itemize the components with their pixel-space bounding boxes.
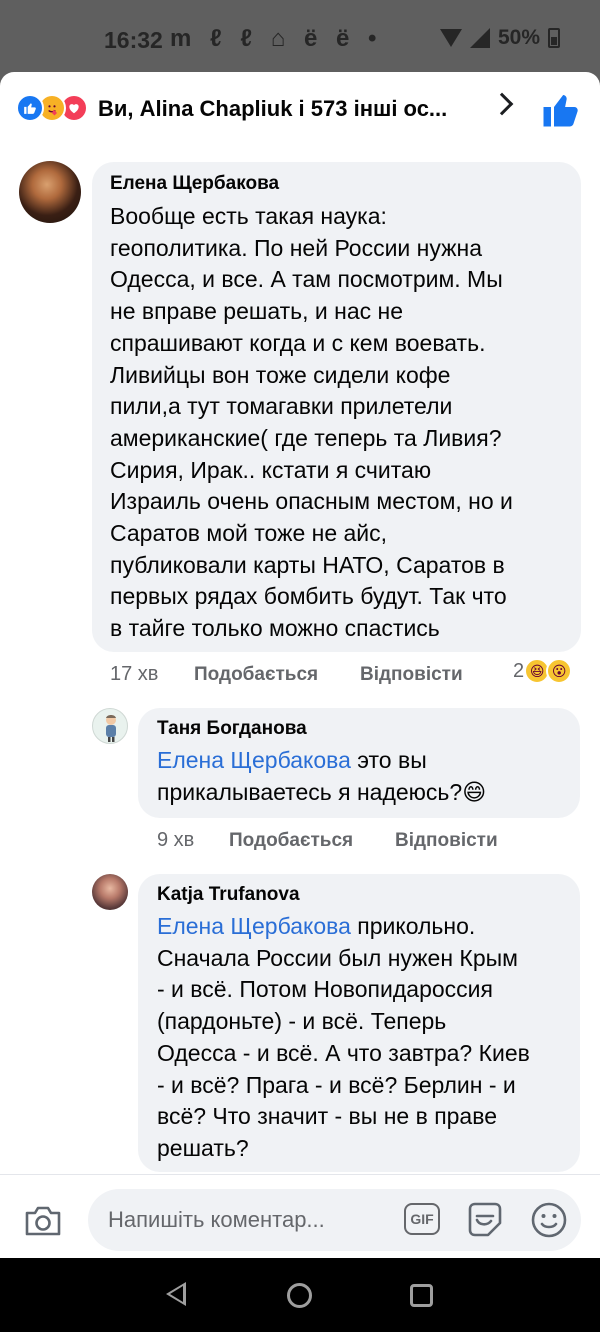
- battery-percent: 50%: [497, 26, 540, 49]
- comment-text: Елена Щербакова это вы прикалываетесь я …: [157, 745, 561, 808]
- wifi-icon: [439, 29, 462, 47]
- comment-line: спрашивают когда и с кем воевать.: [110, 329, 486, 356]
- comment-line: прикалываетесь я надеюсь?😄: [157, 778, 487, 805]
- sticker-icon[interactable]: [466, 1201, 504, 1239]
- camera-icon[interactable]: [24, 1205, 62, 1237]
- comment-line: не вправе решать, и нас не: [110, 298, 404, 325]
- comment-text: Вообще есть такая наука: геополитика. По…: [110, 201, 563, 645]
- recent-apps-icon[interactable]: [410, 1284, 433, 1307]
- like-comment-button[interactable]: Подобається: [229, 830, 353, 852]
- emoji-icon[interactable]: [530, 1201, 568, 1239]
- comment-line: Елена Щербакова прикольно.: [157, 913, 476, 939]
- signal-icon: [469, 28, 490, 48]
- comment-bubble[interactable]: Елена Щербакова Вообще есть такая наука:…: [92, 162, 581, 652]
- comment-line: всё? Что значит - вы не в праве: [157, 1103, 497, 1130]
- system-nav-bar: [0, 1258, 600, 1332]
- comment-line: в тайге только можно спастись: [110, 615, 440, 642]
- comment-bubble[interactable]: Таня Богданова Елена Щербакова это вы пр…: [138, 708, 580, 818]
- status-right: 50%: [439, 26, 560, 50]
- wow-reaction-icon: 😮: [546, 658, 573, 684]
- reply-button[interactable]: Відповісти: [360, 664, 463, 686]
- mention-link[interactable]: Елена Щербакова: [157, 747, 351, 773]
- avatar[interactable]: [92, 874, 128, 910]
- comment-time: 9 хв: [157, 829, 195, 851]
- like-comment-button[interactable]: Подобається: [194, 664, 318, 686]
- comment-composer: Напишіть коментар... GIF: [0, 1174, 600, 1258]
- comment-line: Сначала России был нужен Крым: [157, 944, 518, 971]
- reply-button[interactable]: Відповісти: [395, 830, 498, 852]
- comment-line: Ливийцы вон тоже сидели кофе: [110, 361, 451, 388]
- comment-line: Одесса, и все. А там посмотрим. Мы: [110, 266, 503, 293]
- comment-line: Сирия, Ирак.. кстати я считаю: [110, 456, 432, 483]
- comment-line: (пардоньте) - и всё. Теперь: [157, 1008, 447, 1035]
- back-icon[interactable]: [166, 1282, 186, 1306]
- status-bar: 16:32 m ℓ ℓ ⌂ ё ё • 50%: [0, 0, 600, 72]
- chevron-right-icon[interactable]: [490, 92, 514, 116]
- comment-line: американские( где теперь та Ливия?: [110, 424, 502, 451]
- comment-reactions[interactable]: 2 😆 😮: [513, 658, 573, 684]
- like-button-icon[interactable]: [542, 92, 578, 128]
- comment-time: 17 хв: [110, 663, 159, 685]
- like-icon: [16, 94, 44, 122]
- comment-line: Одесса - и всё. А что завтра? Киев: [157, 1039, 530, 1066]
- reaction-count: 2: [513, 659, 525, 682]
- home-icon[interactable]: [287, 1283, 312, 1308]
- comment-placeholder: Напишіть коментар...: [108, 1207, 325, 1232]
- comment-line: геополитика. По ней России нужна: [110, 234, 482, 261]
- notification-icons: m ℓ ℓ ⌂ ё ё •: [170, 25, 383, 52]
- reaction-icons: [16, 94, 96, 122]
- comment-author[interactable]: Katja Trufanova: [157, 884, 561, 906]
- comment-line: Израиль очень опасным местом, но и: [110, 488, 513, 515]
- comment-line: Саратов мой тоже не айс,: [110, 520, 388, 547]
- comment-line: пили,а тут томагавки прилетели: [110, 393, 453, 420]
- comment-line: первых рядах бомбить будут. Так что: [110, 583, 507, 610]
- comment-line: Елена Щербакова это вы: [157, 747, 427, 773]
- avatar[interactable]: [92, 708, 128, 744]
- comment-text: Елена Щербакова прикольно. Сначала Росси…: [157, 911, 561, 1165]
- comment-line: - и всё? Прага - и всё? Берлин - и: [157, 1071, 516, 1098]
- battery-icon: [548, 28, 560, 48]
- avatar[interactable]: [19, 161, 81, 223]
- comment-input[interactable]: Напишіть коментар... GIF: [88, 1189, 581, 1251]
- status-time: 16:32: [104, 27, 163, 53]
- reactions-header[interactable]: Ви, Alina Chapliuk і 573 інші ос...: [0, 72, 600, 148]
- comment-author[interactable]: Елена Щербакова: [110, 173, 563, 195]
- comment-line: решать?: [157, 1134, 249, 1161]
- comments-sheet: Ви, Alina Chapliuk і 573 інші ос... Елен…: [0, 72, 600, 1258]
- comment-line: - и всё. Потом Новопидароссия: [157, 976, 493, 1003]
- reactions-summary: Ви, Alina Chapliuk і 573 інші ос...: [98, 96, 448, 121]
- comment-line: публиковали карты НАТО, Саратов в: [110, 551, 505, 578]
- gif-icon[interactable]: GIF: [404, 1203, 440, 1235]
- comment-author[interactable]: Таня Богданова: [157, 718, 561, 740]
- comment-line: Вообще есть такая наука:: [110, 203, 387, 229]
- mention-link[interactable]: Елена Щербакова: [157, 913, 351, 939]
- comment-bubble[interactable]: Katja Trufanova Елена Щербакова прикольн…: [138, 874, 580, 1172]
